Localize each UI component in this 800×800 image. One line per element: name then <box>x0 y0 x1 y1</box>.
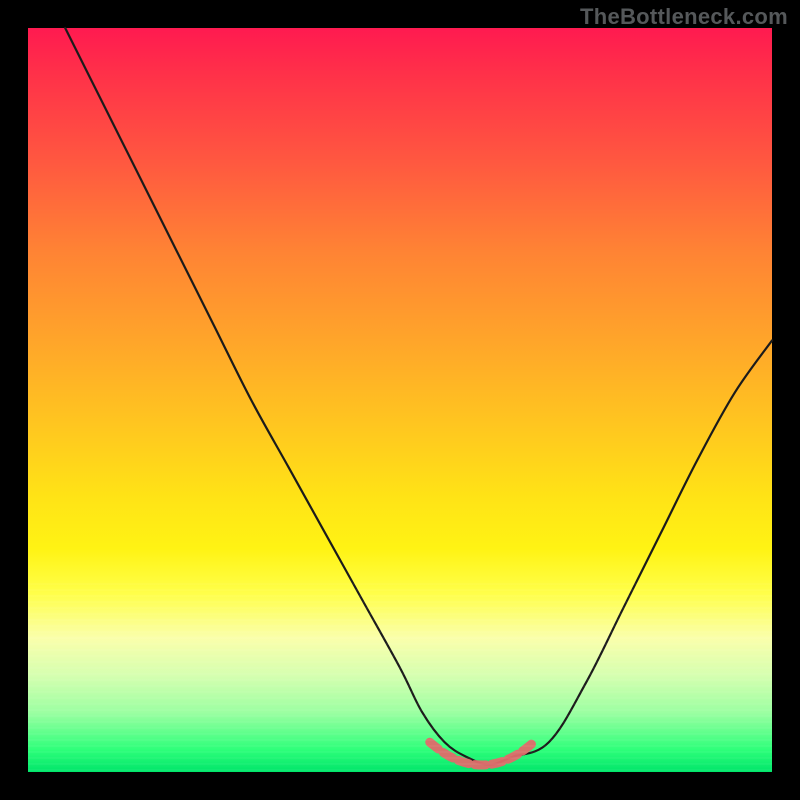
plot-area <box>28 28 772 772</box>
watermark-text: TheBottleneck.com <box>580 4 788 30</box>
optimal-zone <box>430 742 534 765</box>
chart-frame: TheBottleneck.com <box>0 0 800 800</box>
curve-layer <box>28 28 772 772</box>
bottleneck-curve <box>65 28 772 765</box>
